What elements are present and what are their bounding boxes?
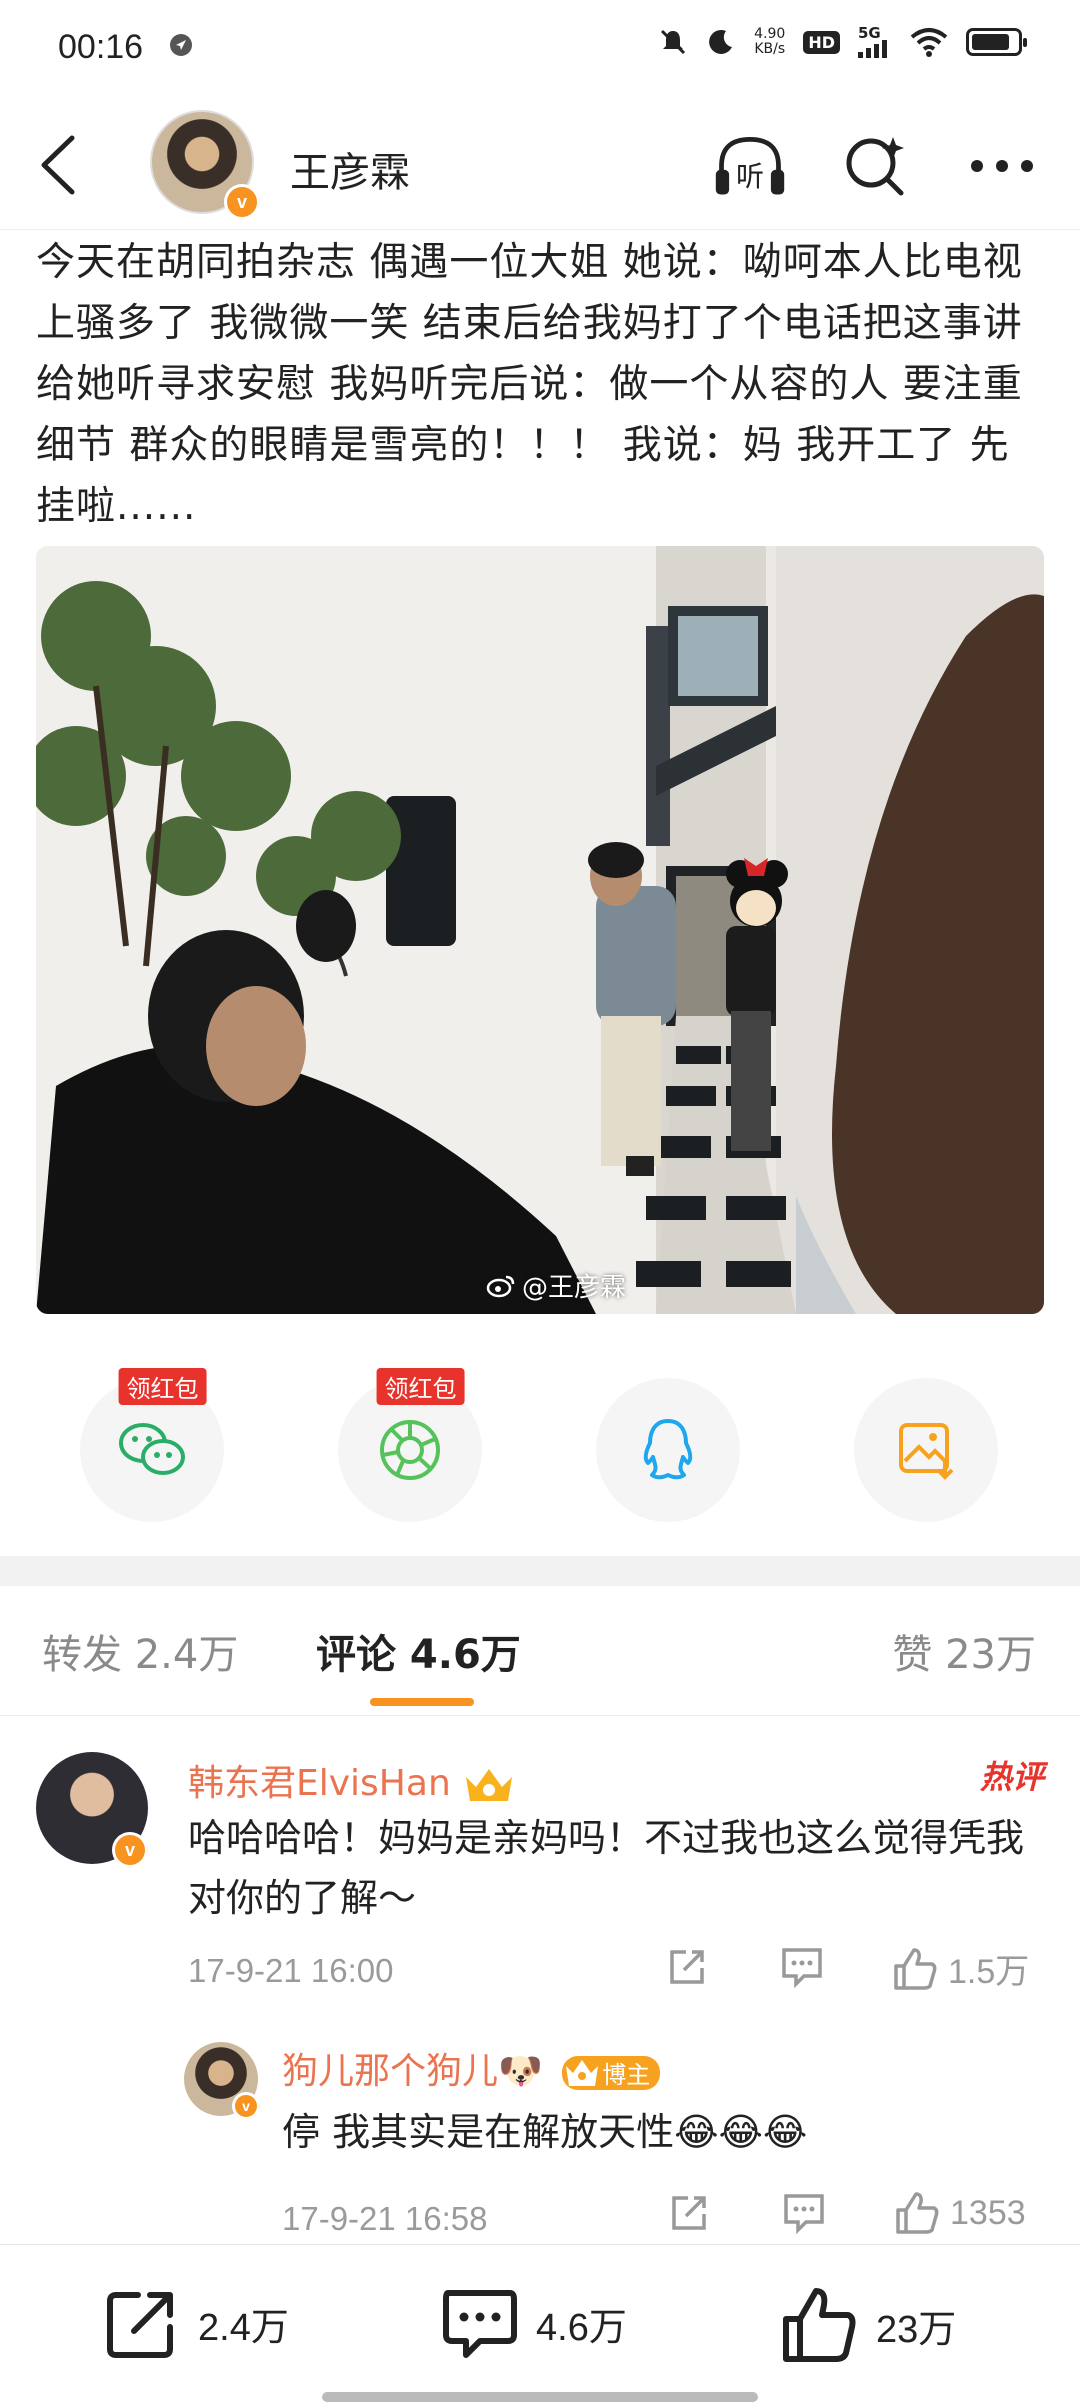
- thumbs-up-icon: [783, 2288, 856, 2362]
- like-count: 1353: [950, 2193, 1026, 2232]
- watermark-text: @王彦霖: [521, 1273, 626, 1303]
- signal-label: 5G: [858, 24, 881, 42]
- weibo-logo-icon: [486, 1275, 515, 1297]
- bottom-action-bar: 2.4万 4.6万 23万: [0, 2244, 1080, 2408]
- comment-text: 哈哈哈哈！妈妈是亲妈吗！不过我也这么觉得凭我对你的了解～: [188, 1816, 1025, 1920]
- net-speed-unit: KB/s: [754, 41, 786, 57]
- moments-icon: [380, 1420, 440, 1480]
- tab-likes[interactable]: 赞 23万: [892, 1622, 1036, 1680]
- comment-time: 17-9-21 16:00: [188, 1952, 394, 1989]
- image-watermark: @王彦霖: [486, 1267, 626, 1304]
- status-bar: 00:16 4.90 KB/s HD 5G: [0, 0, 1080, 100]
- repost-button[interactable]: 2.4万: [104, 2285, 289, 2361]
- home-indicator[interactable]: [322, 2392, 758, 2402]
- wechat-icon: [119, 1423, 185, 1475]
- battery-fill: [972, 34, 1010, 50]
- comment-reply-button[interactable]: [780, 1946, 824, 1988]
- status-time: 00:16: [58, 28, 144, 66]
- comment-reply-button[interactable]: [782, 2192, 826, 2234]
- post-text: 今天在胡同拍杂志 偶遇一位大姐 她说：呦呵本人比电视上骚多了 我微微一笑 结束后…: [36, 240, 1023, 529]
- share-tag: 领红包: [376, 1368, 465, 1405]
- post-header: v 王彦霖 听: [0, 100, 1080, 230]
- comment-like-button[interactable]: 1.5万: [892, 1944, 1029, 1993]
- comment-button[interactable]: 4.6万: [440, 2285, 627, 2361]
- back-button[interactable]: [30, 130, 90, 200]
- like-count: 1.5万: [948, 1953, 1030, 1991]
- share-wechat-button[interactable]: 领红包: [80, 1368, 224, 1522]
- net-speed-value: 4.90: [754, 26, 786, 42]
- save-image-button[interactable]: [854, 1378, 998, 1522]
- section-divider: [0, 1556, 1080, 1586]
- moon-icon: [706, 27, 736, 57]
- header-actions: 听: [712, 128, 1040, 204]
- verified-badge: v: [224, 184, 260, 220]
- comment-time: 17-9-21 16:58: [282, 2200, 488, 2237]
- interaction-tabs: 转发 2.4万 评论 4.6万 赞 23万: [0, 1586, 1080, 1716]
- photo-illustration: [36, 546, 1044, 1314]
- owner-badge: 博主: [562, 2055, 661, 2090]
- share-row: 领红包 领红包: [0, 1368, 1080, 1522]
- signal-icon: 5G: [858, 26, 892, 58]
- reply-icon: [782, 1948, 822, 1988]
- verified-badge: v: [232, 2092, 260, 2120]
- net-speed: 4.90 KB/s: [754, 27, 785, 57]
- hd-badge: HD: [803, 30, 840, 54]
- comment-repost-button[interactable]: [666, 1946, 708, 1988]
- comment-icon: [443, 2290, 517, 2358]
- author-name[interactable]: 王彦霖: [290, 140, 410, 198]
- crown-badge-icon: [566, 2059, 599, 2086]
- comment-text: 停 我其实是在解放天性😂😂😂: [282, 2110, 808, 2154]
- status-icons: 4.90 KB/s HD 5G: [658, 26, 1027, 58]
- thumbs-up-icon: [896, 2192, 939, 2234]
- more-button[interactable]: [964, 128, 1040, 204]
- wifi-icon: [910, 27, 948, 57]
- hot-comment-badge: 热评: [979, 1758, 1044, 1796]
- verified-badge: v: [112, 1832, 148, 1868]
- commenter-name[interactable]: 狗儿那个狗儿🐶 博主: [282, 2042, 661, 2094]
- commenter-name-text: 韩东君ElvisHan: [188, 1763, 451, 1804]
- reply-icon: [784, 2194, 824, 2234]
- author-avatar[interactable]: v: [150, 110, 260, 220]
- thumbs-up-icon: [894, 1947, 937, 1990]
- commenter-name-text: 狗儿那个狗儿🐶: [282, 2051, 543, 2092]
- battery-icon: [966, 28, 1027, 56]
- post-image[interactable]: @王彦霖: [36, 546, 1044, 1314]
- tab-reposts[interactable]: 转发 2.4万: [42, 1622, 238, 1680]
- repost-count: 2.4万: [198, 2306, 289, 2349]
- active-tab-indicator: [370, 1698, 474, 1706]
- crown-badge-icon: [462, 1765, 516, 1805]
- location-icon: [168, 32, 194, 62]
- listen-label: 听: [735, 160, 764, 193]
- mute-icon: [658, 27, 688, 57]
- repost-icon: [670, 1950, 704, 1984]
- share-qq-button[interactable]: [596, 1378, 740, 1522]
- qq-icon: [643, 1419, 693, 1480]
- listen-button[interactable]: 听: [712, 128, 788, 204]
- comment-count: 4.6万: [536, 2306, 627, 2349]
- commenter-name[interactable]: 韩东君ElvisHan: [188, 1754, 516, 1806]
- share-tag: 领红包: [118, 1368, 207, 1405]
- owner-badge-label: 博主: [602, 2061, 651, 2089]
- share-moments-button[interactable]: 领红包: [338, 1368, 482, 1522]
- comment-repost-button[interactable]: [668, 2192, 710, 2234]
- more-dots-icon: [971, 160, 1033, 172]
- comment-reply-item: v 狗儿那个狗儿🐶 博主 停 我其实是在解放天性😂😂😂 17-9-21 16:5…: [0, 2020, 1080, 2240]
- search-icon: [846, 137, 904, 196]
- comment-item: v 韩东君ElvisHan 热评 哈哈哈哈！妈妈是亲妈吗！不过我也这么觉得凭我对…: [0, 1716, 1080, 2006]
- tab-comments[interactable]: 评论 4.6万: [316, 1622, 521, 1680]
- back-arrow-icon: [41, 135, 75, 195]
- repost-icon: [107, 2292, 173, 2358]
- like-button[interactable]: 23万: [780, 2285, 956, 2365]
- save-image-icon: [899, 1423, 954, 1480]
- like-count: 23万: [876, 2308, 957, 2351]
- comment-like-button[interactable]: 1353: [894, 2190, 1026, 2236]
- search-button[interactable]: [838, 128, 914, 204]
- repost-icon: [672, 2196, 706, 2230]
